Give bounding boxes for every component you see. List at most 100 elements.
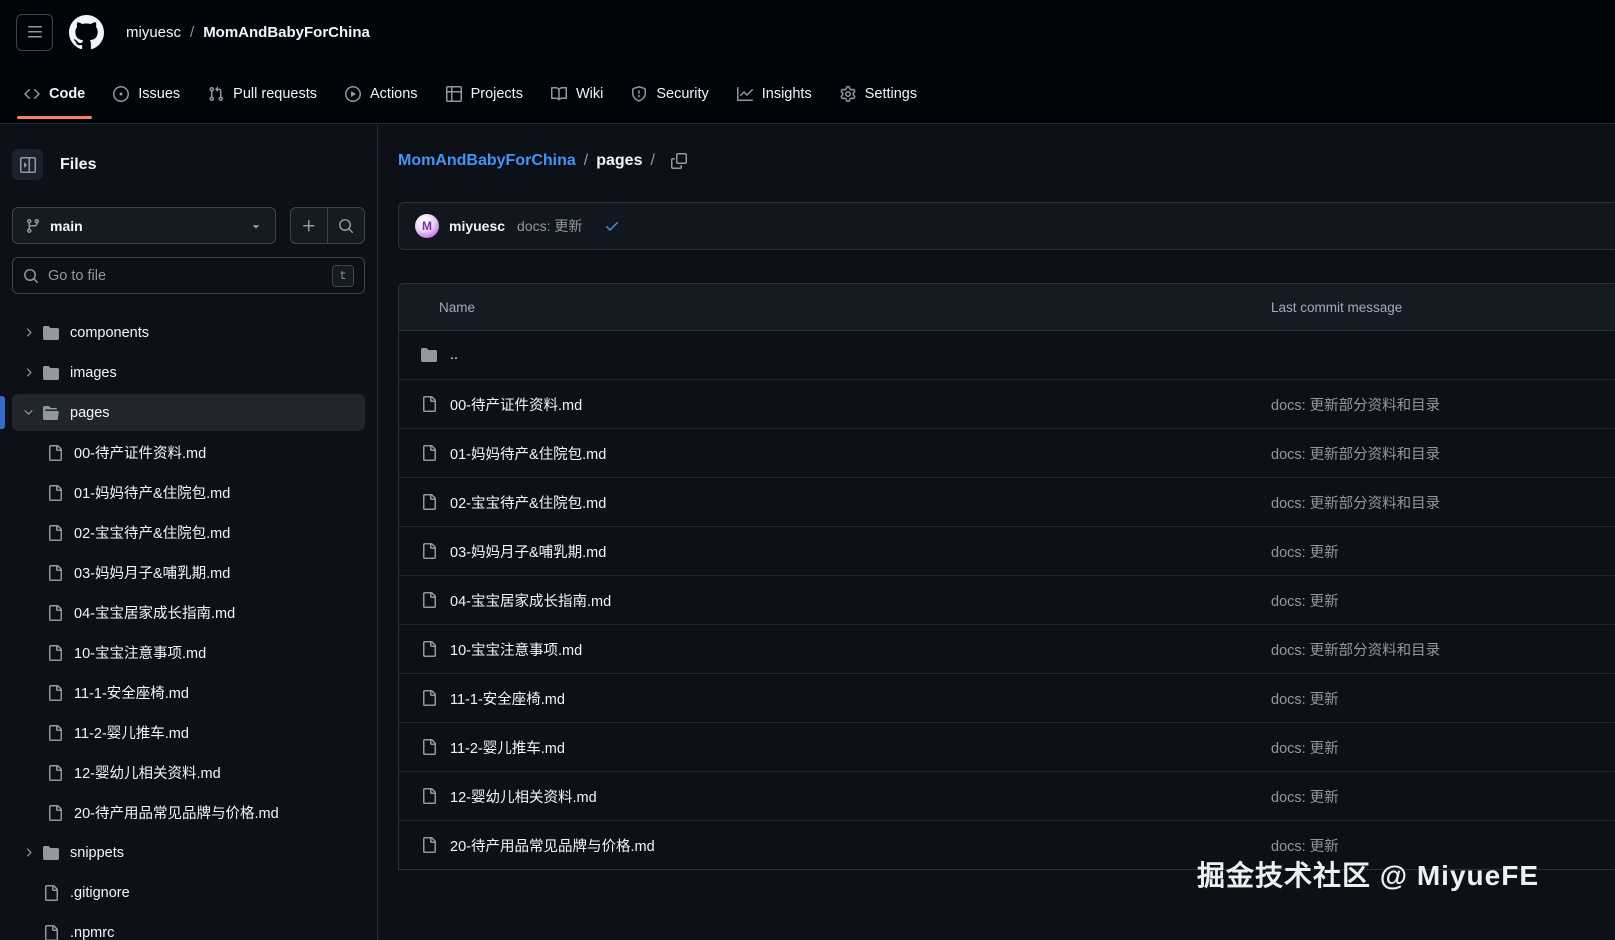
- tree-item-label: 11-1-安全座椅.md: [74, 682, 189, 703]
- owner-link[interactable]: miyuesc: [126, 24, 181, 41]
- tree-item[interactable]: 10-宝宝注意事项.md: [12, 634, 365, 671]
- table-row[interactable]: 03-妈妈月子&哺乳期.md docs: 更新: [399, 527, 1615, 576]
- commit-message-cell[interactable]: docs: 更新: [1271, 541, 1615, 562]
- file-name-cell[interactable]: 01-妈妈待产&住院包.md: [399, 443, 1271, 464]
- file-name-link[interactable]: 12-婴幼儿相关资料.md: [450, 786, 597, 807]
- avatar[interactable]: M: [415, 214, 439, 238]
- tab-issues[interactable]: Issues: [104, 64, 189, 123]
- top-header: miyuesc / MomAndBabyForChina Code Issues…: [0, 0, 1615, 124]
- commit-status-check-icon[interactable]: [604, 218, 620, 234]
- tree-item[interactable]: 20-待产用品常见品牌与价格.md: [12, 794, 365, 831]
- commit-author[interactable]: miyuesc: [449, 218, 505, 234]
- tree-item[interactable]: .gitignore: [12, 874, 365, 911]
- file-name-link[interactable]: 11-2-婴儿推车.md: [450, 737, 565, 758]
- parent-directory-row[interactable]: ..: [399, 331, 1615, 380]
- go-to-file-input[interactable]: Go to file t: [12, 257, 365, 294]
- file-name-cell[interactable]: 11-2-婴儿推车.md: [399, 737, 1271, 758]
- files-header: Files: [12, 149, 365, 180]
- file-name-cell[interactable]: 20-待产用品常见品牌与价格.md: [399, 835, 1271, 856]
- tree-item[interactable]: 04-宝宝居家成长指南.md: [12, 594, 365, 631]
- tab-settings[interactable]: Settings: [831, 64, 926, 123]
- table-row[interactable]: 02-宝宝待产&住院包.md docs: 更新部分资料和目录: [399, 478, 1615, 527]
- collapse-sidebar-button[interactable]: [12, 149, 43, 180]
- file-name-link[interactable]: 01-妈妈待产&住院包.md: [450, 443, 606, 464]
- file-name-cell[interactable]: 04-宝宝居家成长指南.md: [399, 590, 1271, 611]
- table-row[interactable]: 00-待产证件资料.md docs: 更新部分资料和目录: [399, 380, 1615, 429]
- file-name-link[interactable]: 02-宝宝待产&住院包.md: [450, 492, 606, 513]
- tree-item[interactable]: 01-妈妈待产&住院包.md: [12, 474, 365, 511]
- table-row[interactable]: 11-2-婴儿推车.md docs: 更新: [399, 723, 1615, 772]
- tab-security[interactable]: Security: [622, 64, 717, 123]
- file-name-cell[interactable]: ..: [399, 347, 1271, 363]
- parent-directory-label[interactable]: ..: [450, 347, 458, 363]
- tab-projects[interactable]: Projects: [437, 64, 532, 123]
- tree-item[interactable]: images: [12, 354, 365, 391]
- file-name-link[interactable]: 11-1-安全座椅.md: [450, 688, 565, 709]
- tree-item[interactable]: 12-婴幼儿相关资料.md: [12, 754, 365, 791]
- tab-icon: [24, 86, 40, 102]
- tree-item[interactable]: 11-1-安全座椅.md: [12, 674, 365, 711]
- tab-icon: [113, 86, 129, 102]
- github-logo-icon[interactable]: [69, 15, 104, 50]
- add-file-button[interactable]: [291, 208, 327, 243]
- tree-item[interactable]: 02-宝宝待产&住院包.md: [12, 514, 365, 551]
- commit-message-cell[interactable]: docs: 更新部分资料和目录: [1271, 443, 1615, 464]
- item-type-icon: [47, 445, 63, 461]
- tree-item[interactable]: snippets: [12, 834, 365, 871]
- file-name-link[interactable]: 04-宝宝居家成长指南.md: [450, 590, 611, 611]
- file-name-cell[interactable]: 12-婴幼儿相关资料.md: [399, 786, 1271, 807]
- repo-link[interactable]: MomAndBabyForChina: [203, 24, 370, 41]
- latest-commit-bar[interactable]: M miyuesc docs: 更新: [398, 202, 1615, 250]
- tab-label: Pull requests: [233, 86, 317, 102]
- file-name-link[interactable]: 20-待产用品常见品牌与价格.md: [450, 835, 655, 856]
- file-name-link[interactable]: 03-妈妈月子&哺乳期.md: [450, 541, 606, 562]
- tree-item-label: .gitignore: [70, 885, 130, 901]
- file-name-link[interactable]: 00-待产证件资料.md: [450, 394, 582, 415]
- tab-pull-requests[interactable]: Pull requests: [199, 64, 326, 123]
- table-row[interactable]: 04-宝宝居家成长指南.md docs: 更新: [399, 576, 1615, 625]
- tab-actions[interactable]: Actions: [336, 64, 427, 123]
- tab-code[interactable]: Code: [15, 64, 94, 123]
- commit-message-cell[interactable]: docs: 更新: [1271, 590, 1615, 611]
- file-name-cell[interactable]: 11-1-安全座椅.md: [399, 688, 1271, 709]
- table-row[interactable]: 20-待产用品常见品牌与价格.md docs: 更新: [399, 821, 1615, 870]
- tab-wiki[interactable]: Wiki: [542, 64, 612, 123]
- file-name-link[interactable]: 10-宝宝注意事项.md: [450, 639, 582, 660]
- tree-item[interactable]: 00-待产证件资料.md: [12, 434, 365, 471]
- commit-message-cell[interactable]: docs: 更新: [1271, 737, 1615, 758]
- table-row[interactable]: 11-1-安全座椅.md docs: 更新: [399, 674, 1615, 723]
- table-row[interactable]: 01-妈妈待产&住院包.md docs: 更新部分资料和目录: [399, 429, 1615, 478]
- file-icon: [421, 690, 437, 706]
- file-name-cell[interactable]: 03-妈妈月子&哺乳期.md: [399, 541, 1271, 562]
- branch-selector[interactable]: main: [12, 207, 276, 244]
- copy-path-button[interactable]: [671, 153, 687, 169]
- file-name-cell[interactable]: 00-待产证件资料.md: [399, 394, 1271, 415]
- file-name-cell[interactable]: 10-宝宝注意事项.md: [399, 639, 1271, 660]
- tree-item[interactable]: pages: [12, 394, 365, 431]
- commit-message-cell[interactable]: docs: 更新部分资料和目录: [1271, 394, 1615, 415]
- commit-message-cell[interactable]: docs: 更新: [1271, 688, 1615, 709]
- files-title: Files: [60, 156, 96, 174]
- table-row[interactable]: 12-婴幼儿相关资料.md docs: 更新: [399, 772, 1615, 821]
- hamburger-menu-button[interactable]: [16, 14, 53, 51]
- file-icon: [421, 739, 437, 755]
- breadcrumb-repo-link[interactable]: MomAndBabyForChina: [398, 152, 576, 170]
- tree-item[interactable]: components: [12, 314, 365, 351]
- tree-item[interactable]: 11-2-婴儿推车.md: [12, 714, 365, 751]
- tree-item[interactable]: .npmrc: [12, 914, 365, 940]
- commit-message-cell[interactable]: docs: 更新部分资料和目录: [1271, 639, 1615, 660]
- tree-item-label: 03-妈妈月子&哺乳期.md: [74, 562, 230, 583]
- commit-message-cell[interactable]: docs: 更新部分资料和目录: [1271, 492, 1615, 513]
- item-type-icon: [43, 845, 59, 861]
- commit-message-cell[interactable]: docs: 更新: [1271, 786, 1615, 807]
- path-breadcrumb: MomAndBabyForChina / pages /: [398, 152, 1615, 170]
- tree-item[interactable]: 03-妈妈月子&哺乳期.md: [12, 554, 365, 591]
- commit-message-cell[interactable]: docs: 更新: [1271, 835, 1615, 856]
- tab-icon: [737, 86, 753, 102]
- tab-insights[interactable]: Insights: [728, 64, 821, 123]
- search-tree-button[interactable]: [327, 208, 364, 243]
- tree-item-label: .npmrc: [70, 925, 114, 940]
- table-row[interactable]: 10-宝宝注意事项.md docs: 更新部分资料和目录: [399, 625, 1615, 674]
- commit-message[interactable]: docs: 更新: [517, 216, 582, 236]
- file-name-cell[interactable]: 02-宝宝待产&住院包.md: [399, 492, 1271, 513]
